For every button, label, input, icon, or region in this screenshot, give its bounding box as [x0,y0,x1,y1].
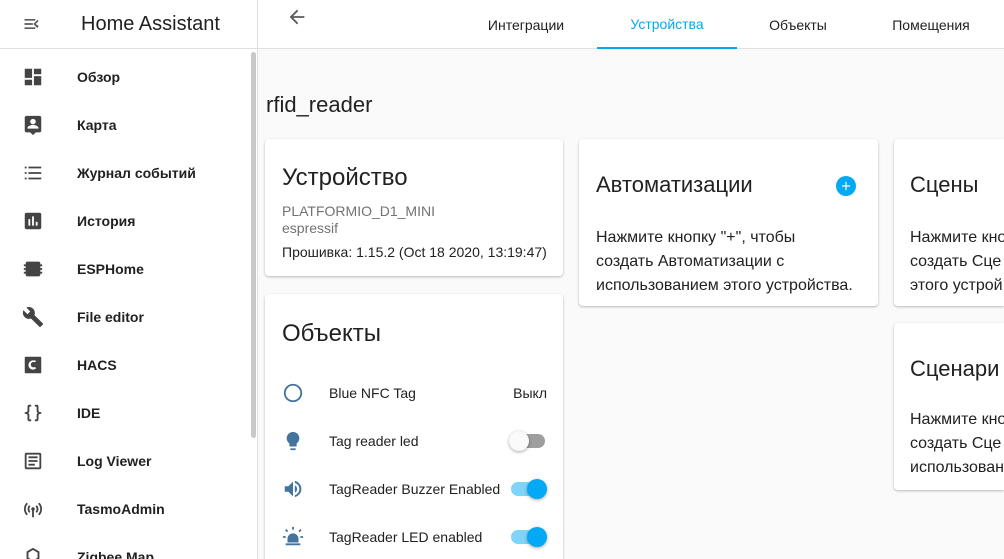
chip-icon [0,258,77,280]
scenes-hint-line: создать Сце [910,253,1002,270]
sidebar: Home Assistant Обзор Карта Журнал событи… [0,0,258,559]
sidebar-item-label: Zigbee Map [77,549,155,559]
device-card-title: Устройство [282,164,408,191]
entity-row[interactable]: Tag reader led [265,417,563,465]
scripts-hint-line: использован [910,459,1004,476]
device-manufacturer: espressif [282,220,339,236]
tab-entities[interactable]: Объекты [748,0,848,49]
sidebar-item-label: IDE [77,405,101,421]
buzzer-enabled-toggle[interactable] [509,479,547,499]
graph-icon [0,546,77,559]
sidebar-item-label: TasmoAdmin [77,501,165,517]
sidebar-item-label: Обзор [77,69,121,85]
wrench-icon [0,306,77,328]
device-info-card: Устройство PLATFORMIO_D1_MINI espressif … [265,139,563,276]
entity-name: Blue NFC Tag [329,385,416,401]
add-automation-button[interactable] [836,176,856,196]
sidebar-item-zigbee-map[interactable]: Zigbee Map [0,533,257,559]
sidebar-item-label: HACS [77,357,117,373]
app-title: Home Assistant [81,12,220,35]
scripts-hint-line: Нажмите кно [910,411,1004,428]
tab-devices[interactable]: Устройства [597,0,737,49]
tab-label: Интеграции [487,16,565,33]
volume-high-icon [265,478,329,500]
dashboard-icon [0,66,77,88]
device-model: PLATFORMIO_D1_MINI [282,203,435,219]
sidebar-item-label: ESPHome [77,261,144,277]
access-point-icon [0,498,77,520]
sidebar-item-history[interactable]: История [0,197,257,245]
automations-hint-line: использованием этого устройства. [596,277,853,294]
sidebar-item-logbook[interactable]: Журнал событий [0,149,257,197]
sidebar-item-label: Карта [77,117,117,133]
tab-label: Помещения [892,16,970,33]
hacs-icon [0,354,77,376]
logbook-icon [0,162,77,184]
menu-open-icon [24,19,39,29]
sidebar-item-hacs[interactable]: HACS [0,341,257,389]
automations-hint-line: Нажмите кнопку "+", чтобы [596,229,796,246]
tab-areas[interactable]: Помещения [878,0,984,49]
code-braces-icon [0,402,77,424]
sidebar-item-label: Log Viewer [77,453,152,469]
automations-card-title: Автоматизации [596,172,753,197]
entity-name: TagReader Buzzer Enabled [329,481,501,497]
scenes-card-title: Сцены [910,172,979,197]
device-firmware: Прошивка: 1.15.2 (Oct 18 2020, 13:19:47) [282,244,547,260]
scenes-card: Сцены Нажмите кно создать Сце этого устр… [894,139,1004,306]
chart-box-icon [0,210,77,232]
tab-integrations[interactable]: Интеграции [468,0,584,49]
sidebar-item-label: File editor [77,309,144,325]
automations-hint-line: создать Автоматизации с [596,253,785,270]
alarm-light-icon [265,526,329,548]
page-title: rfid_reader [266,92,373,117]
automations-card: Автоматизации Нажмите кнопку "+", чтобы … [579,139,878,306]
entity-name: Tag reader led [329,433,419,449]
sidebar-item-file-editor[interactable]: File editor [0,293,257,341]
scripts-card-title: Сценари [910,356,1000,381]
active-tab-indicator [597,47,737,49]
plus-icon [841,181,851,191]
sidebar-scrollbar[interactable] [251,52,256,438]
entity-row[interactable]: Blue NFC Tag Выкл [265,369,563,417]
tab-label: Устройства [630,15,704,32]
toggle-knob [527,479,547,499]
toggle-knob [527,527,547,547]
scenes-hint-line: этого устрой [910,277,1003,294]
sidebar-item-esphome[interactable]: ESPHome [0,245,257,293]
sidebar-header: Home Assistant [0,0,257,49]
text-box-icon [0,450,77,472]
sidebar-item-tasmoadmin[interactable]: TasmoAdmin [0,485,257,533]
sidebar-item-label: Журнал событий [77,165,196,181]
tab-label: Объекты [769,16,827,33]
sidebar-item-ide[interactable]: IDE [0,389,257,437]
arrow-left-icon [289,9,305,25]
sidebar-item-map[interactable]: Карта [0,101,257,149]
sidebar-item-log-viewer[interactable]: Log Viewer [0,437,257,485]
scenes-hint-line: Нажмите кно [910,229,1004,246]
map-account-icon [0,114,77,136]
scripts-card: Сценари Нажмите кно создать Сце использо… [894,323,1004,490]
sidebar-item-overview[interactable]: Обзор [0,53,257,101]
tag-reader-led-toggle[interactable] [509,431,547,451]
toggle-knob [509,431,529,451]
sidebar-list: Обзор Карта Журнал событий История ESPHo… [0,49,257,559]
led-enabled-toggle[interactable] [509,527,547,547]
entity-row[interactable]: TagReader LED enabled [265,513,563,559]
entity-name: TagReader LED enabled [329,529,483,545]
entity-row[interactable]: TagReader Buzzer Enabled [265,465,563,513]
menu-toggle-button[interactable] [0,0,64,49]
top-bar: Интеграции Устройства Объекты Помещения [258,0,1004,49]
scripts-hint-line: создать Сце [910,435,1002,452]
lightbulb-icon [265,430,329,452]
entities-card: Объекты Blue NFC Tag Выкл Tag reader led… [265,294,563,559]
sidebar-item-label: История [77,213,136,229]
entity-state: Выкл [513,385,547,401]
entities-card-title: Объекты [282,320,381,347]
circle-outline-icon [265,382,329,404]
back-button[interactable] [284,4,310,30]
